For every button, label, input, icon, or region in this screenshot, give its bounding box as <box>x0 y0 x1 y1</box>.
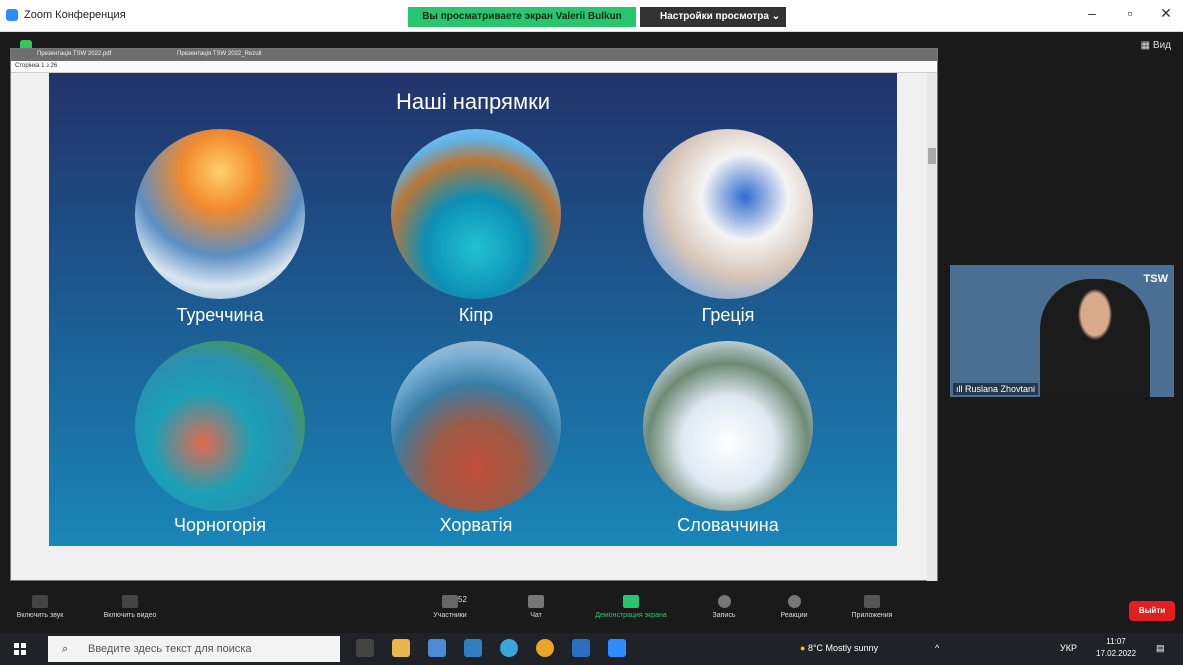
shared-screen-window: Презентація TSW 2022.pdf Презентація TSW… <box>10 48 938 581</box>
participants-label: Участники <box>433 612 467 619</box>
clock-time: 11:07 <box>1106 637 1126 646</box>
mail-icon[interactable] <box>464 639 482 657</box>
taskbar-search[interactable]: ⌕ Введите здесь текст для поиска <box>48 636 340 662</box>
pdf-page-indicator: Сторінка 1 з 26 <box>15 63 58 69</box>
view-settings-label: Настройки просмотра <box>660 11 769 22</box>
sun-icon: ● <box>800 643 806 653</box>
record-label: Запись <box>712 612 736 619</box>
unmute-label: Включить звук <box>16 612 64 619</box>
screen-share-banner: Вы просматриваете экран Valerii Bulkun <box>408 7 636 27</box>
destination-label: Словаччина <box>677 515 779 535</box>
reactions-button[interactable]: Реакции <box>754 595 834 619</box>
participants-icon <box>442 595 458 608</box>
zoom-titlebar: Zoom Конференция Вы просматриваете экран… <box>0 0 1183 32</box>
tray-chevron-icon[interactable]: ^ <box>935 643 939 653</box>
chat-button[interactable]: Чат <box>496 595 576 619</box>
destination-label: Хорватія <box>439 515 513 535</box>
leave-button[interactable]: Выйти <box>1129 601 1175 621</box>
file-explorer-icon[interactable] <box>392 639 410 657</box>
window-title: Zoom Конференция <box>24 9 126 21</box>
task-view-icon[interactable] <box>356 639 374 657</box>
chat-icon <box>528 595 544 608</box>
grid-icon: ▦ <box>1140 40 1151 51</box>
montenegro-photo <box>135 341 305 511</box>
clock-date: 17.02.2022 <box>1096 649 1137 658</box>
share-screen-label: Демонстрация экрана <box>595 612 667 619</box>
smiley-icon <box>787 595 801 608</box>
weather-text: 8°C Mostly sunny <box>807 643 879 653</box>
croatia-photo <box>391 341 561 511</box>
share-screen-button[interactable]: Демонстрация экрана <box>590 595 672 619</box>
edge-icon[interactable] <box>500 639 518 657</box>
meeting-controls: Включить звук Включить видео Участники 5… <box>0 593 1183 633</box>
start-video-label: Включить видео <box>103 612 157 619</box>
participant-image <box>1040 279 1150 397</box>
zoom-app-icon <box>6 9 18 21</box>
language-indicator[interactable]: УКР <box>1060 643 1077 653</box>
store-icon[interactable] <box>428 639 446 657</box>
apps-label: Приложения <box>851 612 893 619</box>
microphone-muted-icon <box>32 595 48 608</box>
search-placeholder: Введите здесь текст для поиска <box>88 643 252 655</box>
view-button[interactable]: ▦ Вид <box>1141 40 1171 51</box>
windows-taskbar: ⌕ Введите здесь текст для поиска ● 8°C M… <box>0 633 1183 665</box>
clock[interactable]: 11:07 17.02.2022 <box>1096 636 1136 660</box>
pdf-toolbar: Сторінка 1 з 26 <box>11 61 937 73</box>
pdf-titlebar: Презентація TSW 2022.pdf Презентація TSW… <box>11 49 937 61</box>
participant-name-text: Ruslana Zhovtani <box>965 384 1036 394</box>
view-label: Вид <box>1152 40 1171 51</box>
reactions-label: Реакции <box>780 612 808 619</box>
word-icon[interactable] <box>572 639 590 657</box>
minimize-button[interactable]: – <box>1082 5 1102 21</box>
slide-title: Наші напрямки <box>395 89 550 114</box>
tsw-logo: TSW <box>1143 273 1168 285</box>
camera-off-icon <box>122 595 138 608</box>
participant-name: ıll Ruslana Zhovtani <box>953 383 1039 395</box>
turkey-photo <box>135 129 305 299</box>
destination-label: Чорногорія <box>174 515 266 535</box>
pdf-tab-1[interactable]: Презентація TSW 2022.pdf <box>37 51 111 60</box>
pdf-tab-2[interactable]: Презентація TSW 2022_Rezult <box>177 51 262 60</box>
record-button[interactable]: Запись <box>684 595 764 619</box>
notification-icon[interactable]: ▤ <box>1156 643 1165 654</box>
zoom-taskbar-icon[interactable] <box>608 639 626 657</box>
destination-label: Туреччина <box>176 305 264 325</box>
maximize-button[interactable]: ▫ <box>1120 5 1140 21</box>
apps-button[interactable]: Приложения <box>832 595 912 619</box>
participants-button[interactable]: Участники <box>410 595 490 619</box>
close-button[interactable]: ✕ <box>1156 5 1176 22</box>
pdf-scrollbar[interactable] <box>927 73 937 581</box>
participants-count: 52 <box>458 595 467 604</box>
share-screen-icon <box>623 595 639 608</box>
participant-video-tile[interactable]: TSW ıll Ruslana Zhovtani <box>950 265 1174 397</box>
greece-photo <box>643 129 813 299</box>
windows-start-icon[interactable] <box>14 643 26 655</box>
record-icon <box>717 595 731 608</box>
start-video-button[interactable]: Включить видео <box>90 595 170 619</box>
weather-widget[interactable]: ● 8°C Mostly sunny <box>800 643 878 653</box>
chat-label: Чат <box>530 612 542 619</box>
signal-icon: ıll <box>956 384 963 394</box>
search-icon: ⌕ <box>62 643 69 655</box>
apps-icon <box>864 595 880 608</box>
scroll-thumb[interactable] <box>928 148 936 164</box>
view-settings-button[interactable]: Настройки просмотра ⌄ <box>640 7 786 27</box>
chevron-down-icon: ⌄ <box>771 11 781 22</box>
cyprus-photo <box>391 129 561 299</box>
destination-label: Греція <box>701 305 755 325</box>
unmute-button[interactable]: Включить звук <box>0 595 80 619</box>
presentation-slide: Наші напрямки Туреччина Кіпр Греція Чорн… <box>49 73 897 546</box>
slovakia-photo <box>643 341 813 511</box>
chrome-icon[interactable] <box>536 639 554 657</box>
destination-label: Кіпр <box>458 305 494 325</box>
